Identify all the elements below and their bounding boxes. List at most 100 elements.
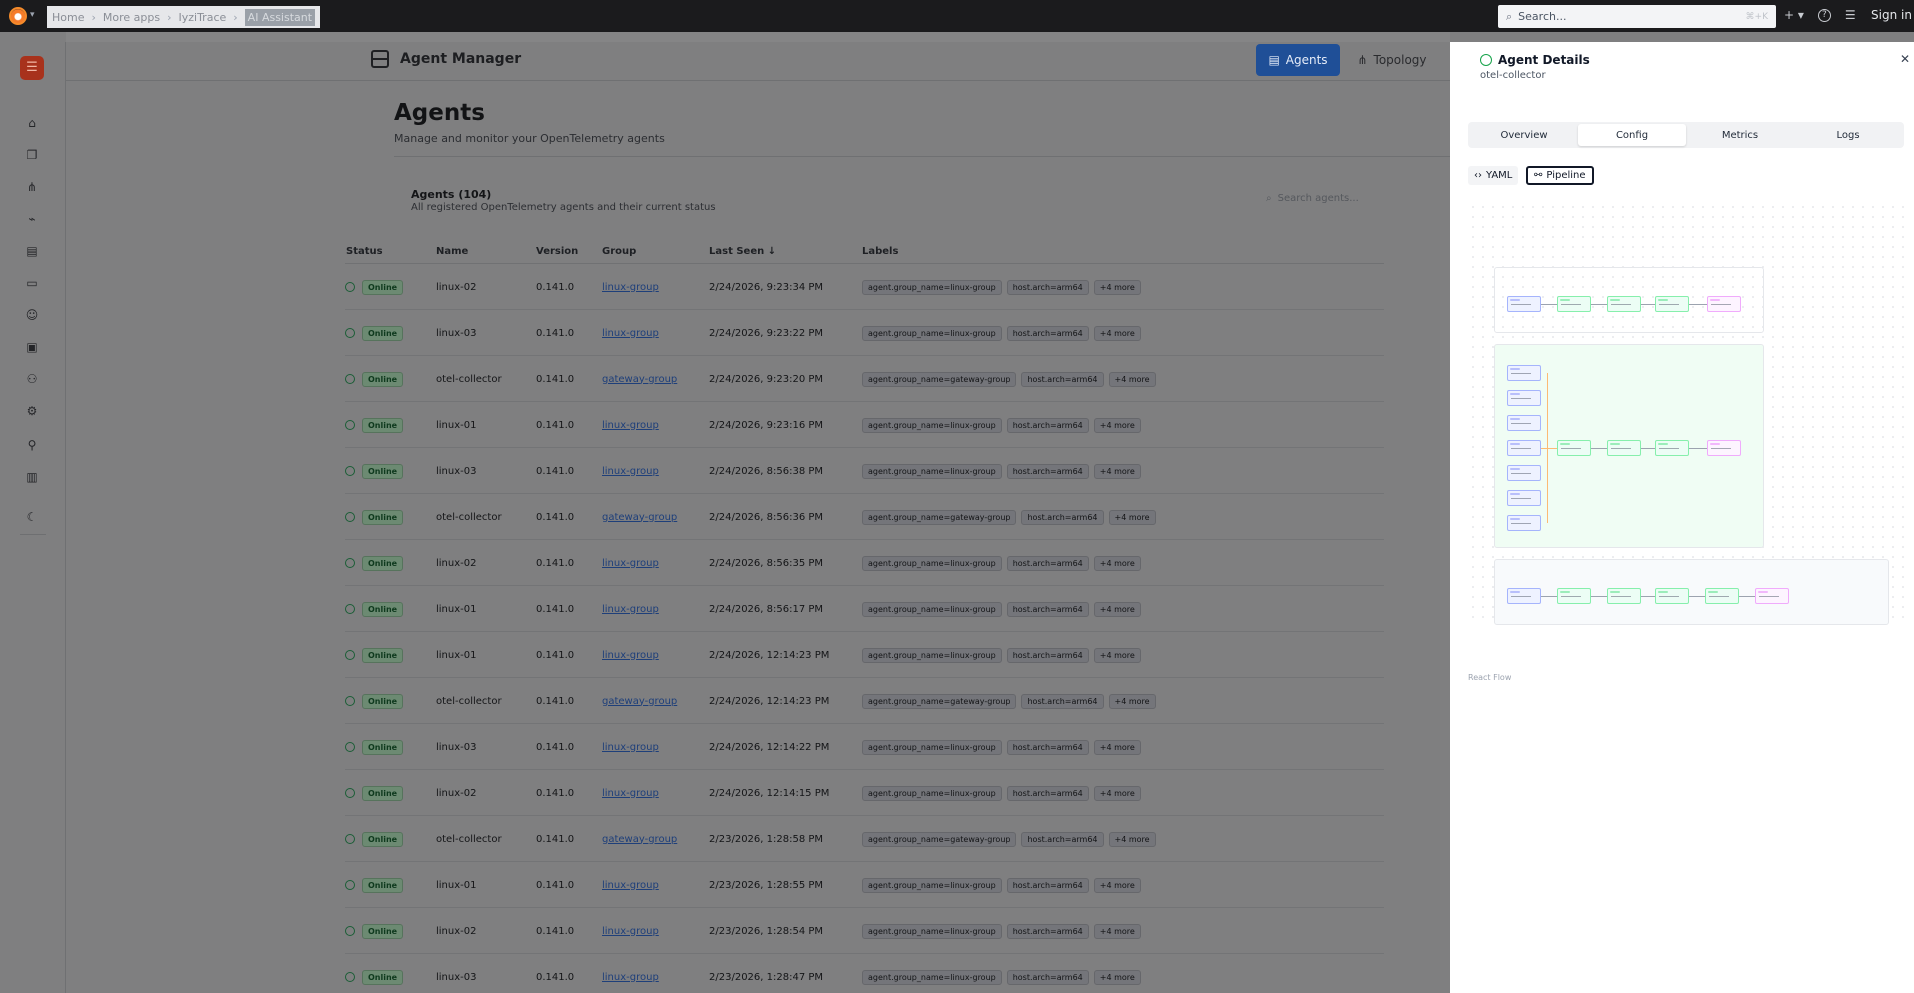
news-icon[interactable]: ☰ [1845,8,1856,22]
pipeline-view-button[interactable]: ⚯ Pipeline [1526,166,1594,185]
table-row[interactable]: Online linux-02 0.141.0 linux-group 2/24/202… [345,540,1384,586]
nav-agents-button[interactable]: ▤ Agents [1256,44,1340,76]
breadcrumb-app[interactable]: IyziTrace [179,11,227,24]
table-row[interactable]: Online linux-01 0.141.0 linux-group 2/24/202… [345,586,1384,632]
building-icon[interactable]: ▥ [24,470,40,484]
table-row[interactable]: Online linux-03 0.141.0 linux-group 2/23/202… [345,954,1384,993]
group-link[interactable]: linux-group [602,926,659,937]
settings-icon[interactable]: ⚙ [24,404,40,418]
column-header-group[interactable]: Group [602,246,636,257]
agent-name[interactable]: otel-collector [436,494,502,540]
global-search-input[interactable]: ⌕ Search... ⌘+K [1498,5,1776,28]
more-labels-badge[interactable]: +4 more [1093,785,1141,801]
table-row[interactable]: Online otel-collector 0.141.0 gateway-group… [345,678,1384,724]
yaml-view-button[interactable]: ‹› YAML [1468,166,1519,185]
table-row[interactable]: Online linux-02 0.141.0 linux-group 2/24/202… [345,264,1384,310]
pipeline-node[interactable] [1707,296,1741,312]
more-labels-badge[interactable]: +4 more [1093,601,1141,617]
group-link[interactable]: linux-group [602,788,659,799]
tab-overview[interactable]: Overview [1470,124,1578,146]
users-icon[interactable]: ⚇ [24,372,40,386]
table-row[interactable]: Online otel-collector 0.141.0 gateway-group… [345,816,1384,862]
home-icon[interactable]: ⌂ [24,116,40,130]
agent-name[interactable]: linux-01 [436,586,476,632]
group-link[interactable]: gateway-group [602,834,677,845]
table-row[interactable]: Online linux-01 0.141.0 linux-group 2/24/202… [345,632,1384,678]
group-link[interactable]: gateway-group [602,696,677,707]
column-header-labels[interactable]: Labels [862,246,898,257]
table-row[interactable]: Online linux-03 0.141.0 linux-group 2/24/202… [345,448,1384,494]
table-row[interactable]: Online linux-01 0.141.0 linux-group 2/23/202… [345,862,1384,908]
grafana-logo-icon[interactable] [9,7,27,25]
pipeline-node[interactable] [1507,490,1541,506]
pipeline-node[interactable] [1655,296,1689,312]
group-link[interactable]: linux-group [602,466,659,477]
group-link[interactable]: linux-group [602,328,659,339]
close-icon[interactable]: ✕ [1900,52,1910,66]
table-row[interactable]: Online linux-02 0.141.0 linux-group 2/23/202… [345,908,1384,954]
agent-name[interactable]: linux-02 [436,908,476,954]
pipeline-node[interactable] [1557,588,1591,604]
group-link[interactable]: linux-group [602,880,659,891]
agents-search-input[interactable]: ⌕ Search agents... [1266,193,1359,204]
group-link[interactable]: linux-group [602,558,659,569]
pipeline-group-logs[interactable] [1494,559,1889,625]
sign-in-link[interactable]: Sign in [1871,8,1912,22]
pipeline-node[interactable] [1507,465,1541,481]
agent-name[interactable]: linux-03 [436,954,476,993]
menu-icon[interactable]: ☰ [20,56,44,80]
chart-icon[interactable]: ⌁ [24,212,40,226]
agent-name[interactable]: linux-01 [436,862,476,908]
group-link[interactable]: linux-group [602,604,659,615]
pipeline-node[interactable] [1557,440,1591,456]
pipeline-node[interactable] [1607,296,1641,312]
table-row[interactable]: Online otel-collector 0.141.0 gateway-group… [345,356,1384,402]
moon-icon[interactable]: ☾ [24,510,40,524]
more-labels-badge[interactable]: +4 more [1093,739,1141,755]
table-row[interactable]: Online otel-collector 0.141.0 gateway-group… [345,494,1384,540]
link-icon[interactable]: ⚲ [24,438,40,452]
agent-name[interactable]: linux-01 [436,402,476,448]
pipeline-node[interactable] [1507,440,1541,456]
more-labels-badge[interactable]: +4 more [1093,325,1141,341]
pipeline-node[interactable] [1707,440,1741,456]
robot-icon[interactable]: ☺ [24,308,40,322]
layers-icon[interactable]: ❐ [24,148,40,162]
table-row[interactable]: Online linux-03 0.141.0 linux-group 2/24/202… [345,310,1384,356]
breadcrumb-more-apps[interactable]: More apps [103,11,160,24]
more-labels-badge[interactable]: +4 more [1093,555,1141,571]
column-header-version[interactable]: Version [536,246,578,257]
react-flow-attribution[interactable]: React Flow [1468,673,1511,682]
more-labels-badge[interactable]: +4 more [1093,417,1141,433]
pipeline-node[interactable] [1507,515,1541,531]
topology-icon[interactable]: ⋔ [24,180,40,194]
pipeline-node[interactable] [1607,588,1641,604]
group-link[interactable]: linux-group [602,420,659,431]
pipeline-node[interactable] [1507,390,1541,406]
more-labels-badge[interactable]: +4 more [1093,463,1141,479]
pipeline-node[interactable] [1557,296,1591,312]
tab-config[interactable]: Config [1578,124,1686,146]
pipeline-group-metrics[interactable] [1494,344,1764,548]
more-labels-badge[interactable]: +4 more [1108,509,1156,525]
pipeline-node[interactable] [1655,440,1689,456]
plus-icon[interactable]: + ▾ [1784,8,1804,22]
report-icon[interactable]: ▤ [24,244,40,258]
more-labels-badge[interactable]: +4 more [1093,969,1141,985]
agent-name[interactable]: linux-02 [436,540,476,586]
pipeline-node[interactable] [1507,415,1541,431]
document-icon[interactable]: ▭ [24,276,40,290]
pipeline-node[interactable] [1705,588,1739,604]
tab-logs[interactable]: Logs [1794,124,1902,146]
group-link[interactable]: gateway-group [602,374,677,385]
more-labels-badge[interactable]: +4 more [1093,877,1141,893]
agent-name[interactable]: linux-02 [436,264,476,310]
agent-name[interactable]: linux-03 [436,724,476,770]
group-link[interactable]: linux-group [602,972,659,983]
help-icon[interactable]: ? [1817,8,1831,22]
pipeline-group-traces[interactable] [1494,267,1764,333]
nav-topology-button[interactable]: ⋔ Topology [1352,44,1432,76]
tab-metrics[interactable]: Metrics [1686,124,1794,146]
group-link[interactable]: linux-group [602,650,659,661]
table-row[interactable]: Online linux-02 0.141.0 linux-group 2/24/202… [345,770,1384,816]
